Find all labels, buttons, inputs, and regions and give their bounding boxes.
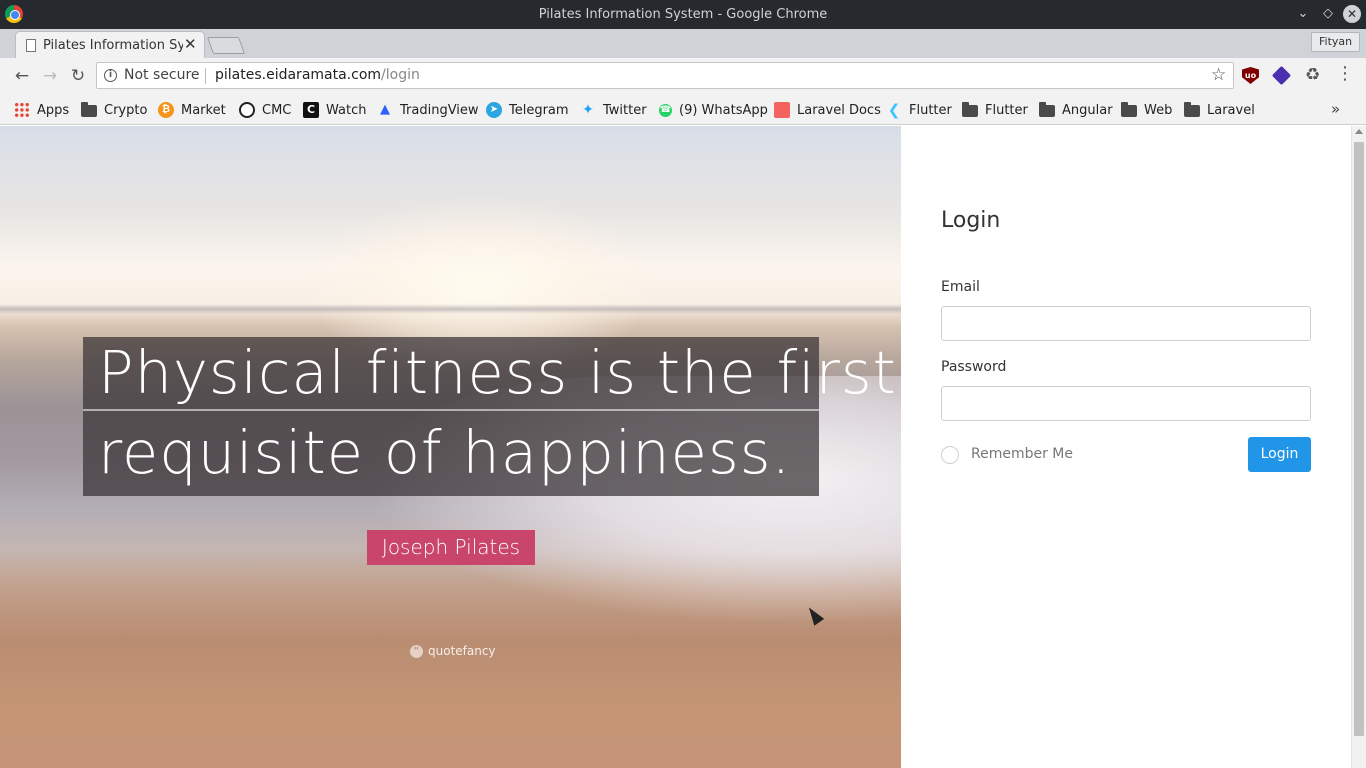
bookmark-label: Apps xyxy=(37,102,70,118)
laravel-icon xyxy=(774,102,790,118)
page-viewport: Physical fitness is the first requisite … xyxy=(0,126,1366,768)
bookmark-label: Laravel Docs xyxy=(797,102,881,118)
remember-me-label[interactable]: Remember Me xyxy=(971,446,1073,462)
bookmark-label: Flutter xyxy=(909,102,952,118)
email-field[interactable] xyxy=(941,306,1311,341)
bookmark-label: TradingView xyxy=(400,102,479,118)
cryptowat-icon: C xyxy=(303,102,319,118)
bookmark-twitter[interactable]: ✦ Twitter xyxy=(580,100,647,120)
bookmark-label: Flutter xyxy=(985,102,1028,118)
bookmark-web[interactable]: Web xyxy=(1121,100,1172,120)
folder-icon xyxy=(1039,102,1055,117)
page-icon xyxy=(26,39,36,52)
bookmark-label: Web xyxy=(1144,102,1173,118)
url-text[interactable]: pilates.eidaramata.com/login xyxy=(215,67,420,83)
bookmark-flutter[interactable]: ❮ Flutter xyxy=(886,100,952,120)
divider xyxy=(205,68,206,84)
quote-hero-image: Physical fitness is the first requisite … xyxy=(0,126,901,768)
bookmark-watch[interactable]: C Watch xyxy=(303,100,366,120)
window-titlebar: Pilates Information System - Google Chro… xyxy=(0,0,1366,29)
quote-line-1: Physical fitness is the first xyxy=(98,338,897,407)
bookmark-apps[interactable]: Apps xyxy=(14,100,69,120)
email-label: Email xyxy=(941,279,980,295)
tradingview-icon: ▲ xyxy=(380,102,390,117)
close-tab-icon[interactable]: ✕ xyxy=(184,35,197,53)
bookmark-star-icon[interactable]: ☆ xyxy=(1211,65,1226,85)
bookmark-whatsapp[interactable]: ☎ (9) WhatsApp xyxy=(659,100,768,120)
telegram-icon: ➤ xyxy=(486,102,502,118)
back-icon[interactable]: ← xyxy=(12,66,32,86)
twitter-icon: ✦ xyxy=(582,102,594,118)
scrollbar-thumb[interactable] xyxy=(1354,142,1364,736)
apps-icon xyxy=(14,102,30,118)
quotefancy-watermark: “ quotefancy xyxy=(410,644,496,658)
ublock-extension-icon[interactable]: uo xyxy=(1242,67,1259,84)
quote-mark-icon: “ xyxy=(410,644,423,658)
bookmark-label: Laravel xyxy=(1207,102,1255,118)
more-bookmarks-icon[interactable]: » xyxy=(1331,100,1340,118)
tab-strip: Pilates Information System ✕ Fityan xyxy=(0,29,1366,58)
page-scrollbar[interactable] xyxy=(1351,126,1366,768)
url-path: /login xyxy=(381,67,420,83)
reload-icon[interactable]: ↻ xyxy=(68,66,88,86)
quote-line-2: requisite of happiness. xyxy=(98,418,792,487)
password-label: Password xyxy=(941,359,1007,375)
bookmark-label: (9) WhatsApp xyxy=(679,102,768,118)
bookmark-label: Angular xyxy=(1062,102,1113,118)
login-title: Login xyxy=(941,208,1001,233)
bookmark-label: Market xyxy=(181,102,226,118)
maximize-icon[interactable]: ◇ xyxy=(1319,5,1337,23)
info-icon[interactable]: i xyxy=(104,69,117,82)
bookmarks-bar: Apps Crypto ₿ Market CMC C Watch ▲ TradingV… xyxy=(0,94,1366,125)
recycle-extension-icon[interactable]: ♻ xyxy=(1305,67,1322,84)
folder-icon xyxy=(962,102,978,117)
minimize-icon[interactable]: ⌄ xyxy=(1294,5,1312,23)
bookmark-crypto[interactable]: Crypto xyxy=(81,100,147,120)
bitcoin-icon: ₿ xyxy=(158,102,174,118)
bookmark-label: Telegram xyxy=(509,102,569,118)
beach-sand xyxy=(0,566,901,768)
extension-diamond-icon[interactable] xyxy=(1271,65,1292,86)
password-field[interactable] xyxy=(941,386,1311,421)
bookmark-cmc[interactable]: CMC xyxy=(239,100,291,120)
close-window-icon[interactable]: ✕ xyxy=(1343,5,1361,23)
flutter-icon: ❮ xyxy=(887,101,901,119)
bookmark-laravel-docs[interactable]: Laravel Docs xyxy=(774,100,881,120)
login-button[interactable]: Login xyxy=(1248,437,1311,472)
quote-divider xyxy=(83,409,819,411)
bookmark-tradingview[interactable]: ▲ TradingView xyxy=(377,100,479,120)
watermark-text: quotefancy xyxy=(428,644,496,658)
tab-title: Pilates Information System xyxy=(43,38,183,53)
bookmark-telegram[interactable]: ➤ Telegram xyxy=(486,100,569,120)
tab-pilates[interactable]: Pilates Information System ✕ xyxy=(15,31,205,58)
window-title: Pilates Information System - Google Chro… xyxy=(538,7,828,22)
bookmark-angular[interactable]: Angular xyxy=(1039,100,1113,120)
folder-icon xyxy=(1184,102,1200,117)
security-status[interactable]: Not secure xyxy=(124,67,200,83)
remember-me-checkbox[interactable] xyxy=(941,446,959,464)
bookmark-market[interactable]: ₿ Market xyxy=(158,100,226,120)
forward-icon[interactable]: → xyxy=(40,66,60,86)
horizon xyxy=(0,304,901,314)
address-bar[interactable]: i Not secure pilates.eidaramata.com/logi… xyxy=(96,62,1234,89)
url-host: pilates.eidaramata.com xyxy=(215,67,382,83)
login-panel: Login Email Password Remember Me Login xyxy=(901,126,1351,768)
bookmark-label: Crypto xyxy=(104,102,148,118)
bookmark-flutter-folder[interactable]: Flutter xyxy=(962,100,1028,120)
folder-icon xyxy=(1121,102,1137,117)
folder-icon xyxy=(81,102,97,117)
whatsapp-icon: ☎ xyxy=(659,103,672,117)
bookmark-laravel[interactable]: Laravel xyxy=(1184,100,1255,120)
coinmarketcap-icon xyxy=(239,102,255,118)
bookmark-label: CMC xyxy=(262,102,292,118)
new-tab-button[interactable] xyxy=(206,37,246,54)
bookmark-label: Watch xyxy=(326,102,367,118)
quote-author: Joseph Pilates xyxy=(367,530,535,565)
browser-toolbar: ← → ↻ i Not secure pilates.eidaramata.co… xyxy=(0,58,1366,94)
scroll-up-icon[interactable] xyxy=(1355,129,1363,134)
chrome-menu-icon[interactable]: ⋮ xyxy=(1336,64,1354,84)
bookmark-label: Twitter xyxy=(603,102,647,118)
profile-button[interactable]: Fityan xyxy=(1311,32,1361,52)
